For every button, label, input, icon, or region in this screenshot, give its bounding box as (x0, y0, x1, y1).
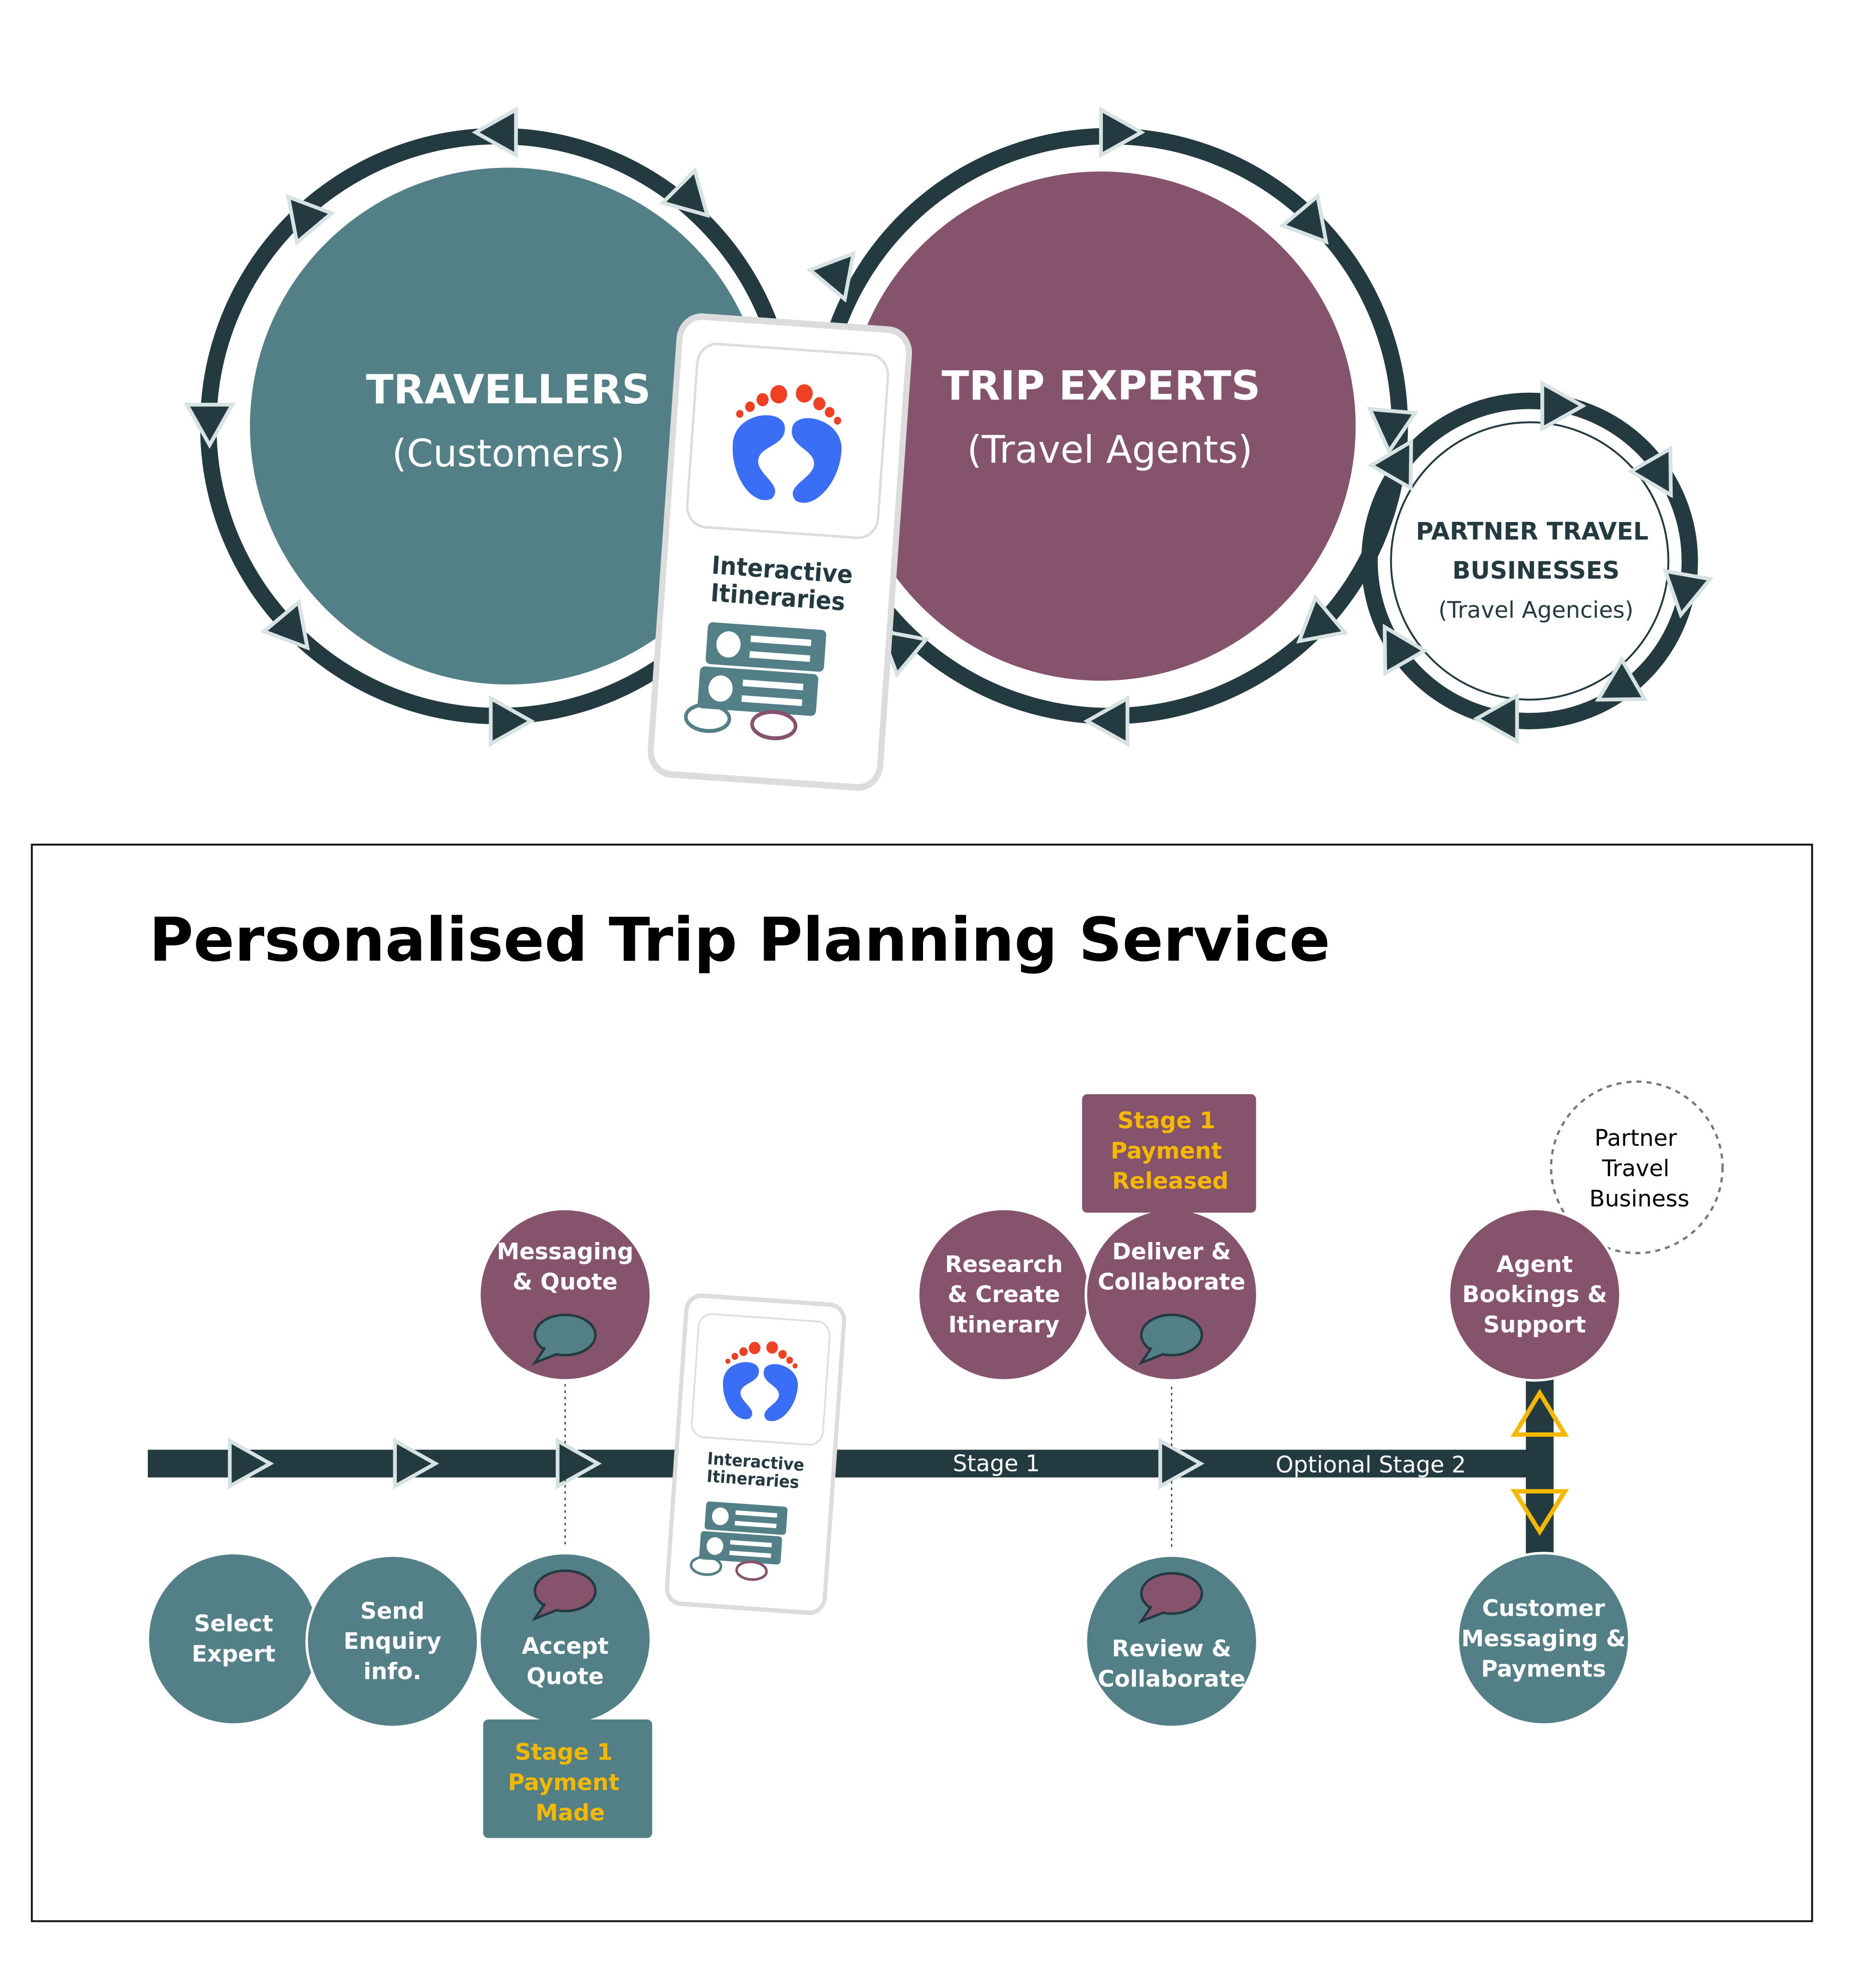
step-node-agent-bookings: Agent Bookings & Support (1448, 1207, 1622, 1382)
step-circle (146, 1552, 321, 1726)
payment-released-text: Stage 1 Payment Released (1111, 1107, 1230, 1194)
step-node-send-enquiry: Send Enquiry info. (305, 1554, 480, 1728)
step-label: Research & Create Itinerary (945, 1251, 1063, 1338)
partners-title-line1: PARTNER TRAVEL (1416, 518, 1649, 546)
experts-title: TRIP EXPERTS (942, 362, 1260, 409)
experts-subtitle: (Travel Agents) (967, 427, 1253, 471)
service-section: Personalised Trip Planning Service Stage… (31, 843, 1813, 1922)
travellers-subtitle: (Customers) (392, 431, 625, 475)
footprints-icon (649, 315, 910, 789)
step-label: Customer Messaging & Payments (1461, 1595, 1626, 1682)
partners-title-line2: BUSINESSES (1452, 557, 1619, 585)
diagram-canvas: TRAVELLERS (Customers) TRIP EXPERTS (Tra… (31, 0, 1813, 1922)
experts-circle (846, 171, 1356, 681)
step-node-research-create: Research & Create Itinerary (916, 1207, 1091, 1382)
stage2-label: Optional Stage 2 (1276, 1451, 1466, 1478)
step-node-accept-quote: Accept Quote (478, 1552, 652, 1726)
step-node-review-collaborate: Review & Collaborate (1084, 1554, 1259, 1728)
step-node-customer-messaging: Customer Messaging & Payments (1456, 1552, 1631, 1726)
partner-bubble-text: Partner Travel Business (1589, 1125, 1690, 1212)
step-node-deliver-collaborate: Deliver & Collaborate (1084, 1207, 1259, 1382)
travellers-title: TRAVELLERS (366, 366, 651, 413)
partners-subtitle: (Travel Agencies) (1439, 597, 1634, 623)
itinerary-app-phone-small: Interactive Itineraries (666, 1295, 845, 1614)
page-title: Personalised Trip Planning Service (149, 905, 1330, 975)
step-node-select-expert: Select Expert (146, 1552, 321, 1726)
ecosystem-section: TRAVELLERS (Customers) TRIP EXPERTS (Tra… (187, 110, 1710, 789)
stage1-label: Stage 1 (953, 1450, 1040, 1476)
itinerary-app-phone: Interactive Itineraries (649, 315, 910, 789)
step-node-messaging-quote: Messaging & Quote (478, 1207, 652, 1382)
